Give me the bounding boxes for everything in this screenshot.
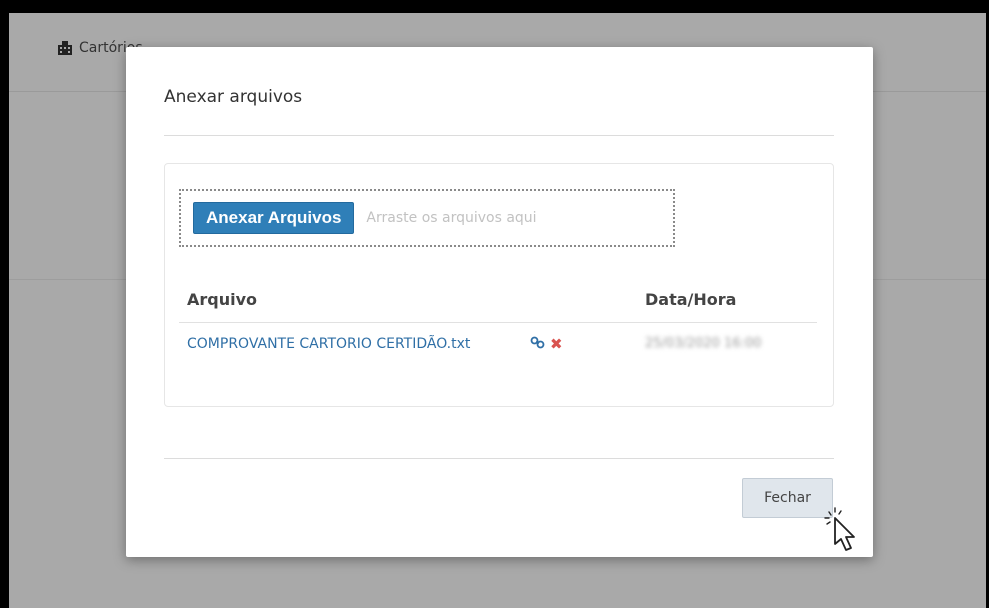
modal-title: Anexar arquivos — [164, 87, 303, 107]
column-header-file: Arquivo — [187, 290, 258, 309]
building-icon — [58, 41, 72, 55]
drop-hint: Arraste os arquivos aqui — [366, 210, 537, 226]
delete-icon[interactable]: ✖ — [550, 335, 563, 353]
modal-header: Anexar arquivos — [164, 47, 834, 136]
close-button[interactable]: Fechar — [742, 478, 833, 518]
table-row: COMPROVANTE CARTORIO CERTIDÃO.txt ✖ 25/0… — [179, 322, 817, 368]
file-dropzone[interactable]: Anexar Arquivos Arraste os arquivos aqui — [179, 189, 675, 247]
screen: Cartórios Anexar arquivos Anexar Arquivo… — [9, 13, 986, 608]
attach-files-button[interactable]: Anexar Arquivos — [193, 202, 355, 234]
hand-cursor-icon — [824, 507, 855, 551]
modal-footer-divider — [164, 458, 834, 459]
link-icon[interactable] — [530, 336, 545, 349]
file-datetime: 25/03/2020 16:00 — [645, 336, 762, 351]
attach-files-modal: Anexar arquivos Anexar Arquivos Arraste … — [126, 47, 873, 557]
files-table-header: Arquivo Data/Hora — [179, 272, 817, 323]
column-header-datetime: Data/Hora — [645, 290, 737, 309]
upload-panel: Anexar Arquivos Arraste os arquivos aqui… — [164, 163, 834, 407]
file-link[interactable]: COMPROVANTE CARTORIO CERTIDÃO.txt — [187, 336, 470, 352]
